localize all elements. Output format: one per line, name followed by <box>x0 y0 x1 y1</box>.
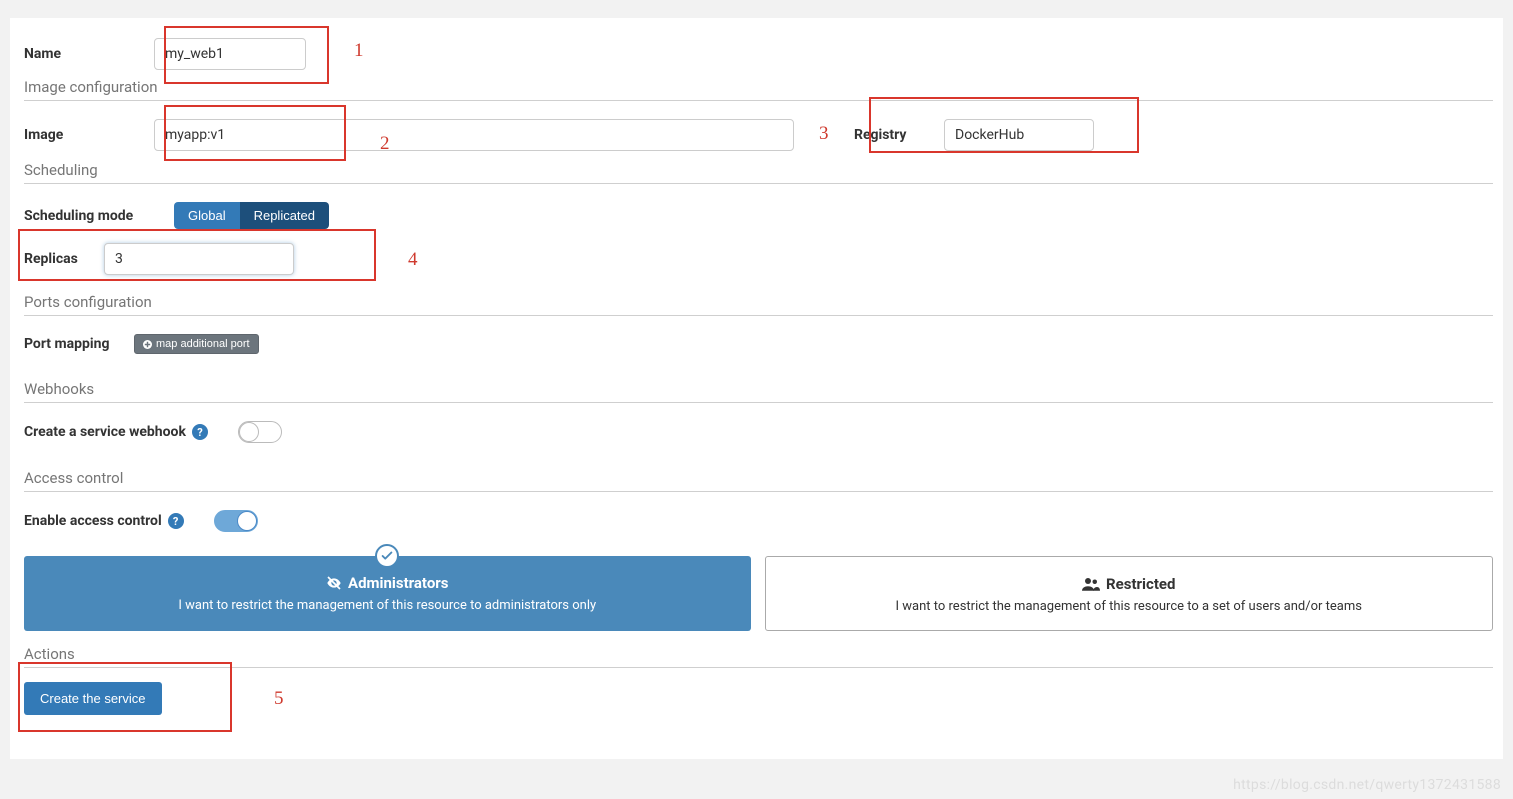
eye-off-icon <box>326 575 342 591</box>
scheduling-mode-toggle: Global Replicated <box>174 202 329 229</box>
check-icon <box>375 544 399 568</box>
replicas-label: Replicas <box>24 251 104 267</box>
image-input[interactable] <box>154 119 794 151</box>
annotation-5: 5 <box>274 688 284 710</box>
map-additional-port-button[interactable]: map additional port <box>134 334 259 354</box>
registry-select[interactable] <box>944 119 1094 151</box>
users-icon <box>1082 577 1100 591</box>
restricted-card-desc: I want to restrict the management of thi… <box>786 599 1473 614</box>
port-mapping-label: Port mapping <box>24 336 134 352</box>
map-port-label: map additional port <box>156 338 250 350</box>
plus-icon <box>143 340 152 349</box>
section-scheduling: Scheduling <box>24 161 1493 184</box>
access-card-restricted[interactable]: Restricted I want to restrict the manage… <box>765 556 1494 631</box>
name-label: Name <box>24 46 154 62</box>
section-ports-config: Ports configuration <box>24 293 1493 316</box>
annotation-3: 3 <box>819 123 829 145</box>
scheduling-mode-label: Scheduling mode <box>24 208 174 224</box>
create-service-button[interactable]: Create the service <box>24 682 162 715</box>
restricted-card-title: Restricted <box>1106 575 1175 593</box>
replicas-input[interactable] <box>104 243 294 275</box>
watermark: https://blog.csdn.net/qwerty1372431588 <box>1233 777 1501 793</box>
access-card-administrators[interactable]: Administrators I want to restrict the ma… <box>24 556 751 631</box>
admin-card-title: Administrators <box>348 574 448 592</box>
annotation-1: 1 <box>354 40 364 62</box>
annotation-4: 4 <box>408 249 418 271</box>
create-webhook-label: Create a service webhook <box>24 424 186 440</box>
annotation-2: 2 <box>380 133 390 155</box>
image-label: Image <box>24 127 154 143</box>
scheduling-replicated-button[interactable]: Replicated <box>240 202 329 229</box>
help-icon[interactable]: ? <box>192 424 208 440</box>
admin-card-desc: I want to restrict the management of thi… <box>44 598 731 613</box>
registry-label: Registry <box>854 127 944 143</box>
help-icon[interactable]: ? <box>168 513 184 529</box>
section-image-config: Image configuration <box>24 78 1493 101</box>
section-webhooks: Webhooks <box>24 380 1493 403</box>
section-access-control: Access control <box>24 469 1493 492</box>
section-actions: Actions <box>24 645 1493 668</box>
name-input[interactable] <box>154 38 306 70</box>
enable-access-control-label: Enable access control <box>24 513 162 529</box>
access-control-toggle[interactable] <box>214 510 258 532</box>
webhook-toggle[interactable] <box>238 421 282 443</box>
scheduling-global-button[interactable]: Global <box>174 202 240 229</box>
